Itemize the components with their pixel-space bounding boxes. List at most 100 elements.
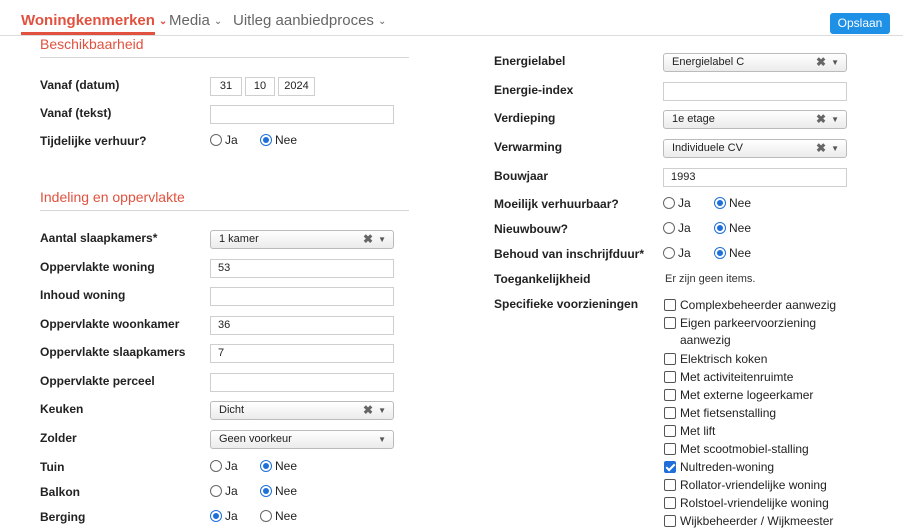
- radio-circle: [210, 460, 222, 472]
- nieuwbouw-nee-radio[interactable]: Nee: [714, 221, 751, 235]
- chevron-down-icon: ⌄: [377, 16, 387, 27]
- tab-uitleg-aanbiedproces[interactable]: Uitleg aanbiedproces ⌄: [233, 12, 386, 29]
- checkbox-fietsenstalling[interactable]: Met fietsenstalling: [664, 405, 776, 422]
- vanaf-tekst-input[interactable]: [210, 105, 394, 124]
- date-month-input[interactable]: 10: [245, 77, 275, 96]
- label-oppervlakte-woning: Oppervlakte woning: [40, 260, 155, 274]
- active-tab-indicator: [21, 32, 155, 35]
- clear-x-icon[interactable]: ✖: [816, 140, 826, 157]
- label-verdieping: Verdieping: [494, 111, 556, 125]
- checkbox-eigen-parkeervoorziening[interactable]: Eigen parkeervoorziening aanwezig: [664, 315, 834, 349]
- oppervlakte-perceel-input[interactable]: [210, 373, 394, 392]
- checkbox-box: [664, 389, 676, 401]
- checkbox-nultreden-woning[interactable]: Nultreden-woning: [664, 459, 774, 476]
- tab-media[interactable]: Media ⌄: [169, 12, 222, 29]
- tab-label: Uitleg aanbiedproces: [233, 12, 374, 29]
- label-toegankelijkheid: Toegankelijkheid: [494, 272, 591, 286]
- clear-x-icon[interactable]: ✖: [363, 402, 373, 419]
- radio-circle-selected: [260, 460, 272, 472]
- energielabel-select[interactable]: Energielabel C ✖ ▼: [663, 53, 847, 72]
- select-value: Individuele CV: [672, 142, 743, 154]
- checkbox-label: Nultreden-woning: [680, 460, 775, 474]
- nieuwbouw-ja-radio[interactable]: Ja: [663, 221, 691, 235]
- checkbox-label: Rollator-vriendelijke woning: [680, 478, 827, 492]
- tab-woningkenmerken[interactable]: Woningkenmerken ⌄: [21, 12, 167, 29]
- checkbox-box: [664, 443, 676, 455]
- balkon-ja-radio[interactable]: Ja: [210, 484, 238, 498]
- checkbox-lift[interactable]: Met lift: [664, 423, 715, 440]
- select-value: Geen voorkeur: [219, 433, 292, 445]
- checkbox-box: [664, 317, 676, 329]
- dropdown-arrow-icon: ▼: [378, 406, 386, 415]
- balkon-nee-radio[interactable]: Nee: [260, 484, 297, 498]
- verdieping-select[interactable]: 1e etage ✖ ▼: [663, 110, 847, 129]
- checkbox-externe-logeerkamer[interactable]: Met externe logeerkamer: [664, 387, 813, 404]
- energie-index-input[interactable]: [663, 82, 847, 101]
- radio-label: Nee: [275, 133, 298, 147]
- behoud-inschrijfduur-ja-radio[interactable]: Ja: [663, 246, 691, 260]
- checkbox-rollator-vriendelijk[interactable]: Rollator-vriendelijke woning: [664, 477, 827, 494]
- label-oppervlakte-slaapkamers: Oppervlakte slaapkamers: [40, 345, 186, 359]
- tijdelijke-verhuur-nee-radio[interactable]: Nee: [260, 133, 297, 147]
- moeilijk-verhuurbaar-ja-radio[interactable]: Ja: [663, 196, 691, 210]
- label-vanaf-datum: Vanaf (datum): [40, 78, 120, 92]
- radio-label: Ja: [225, 133, 238, 147]
- clear-x-icon[interactable]: ✖: [816, 111, 826, 128]
- tijdelijke-verhuur-ja-radio[interactable]: Ja: [210, 133, 238, 147]
- radio-circle-selected: [714, 247, 726, 259]
- label-balkon: Balkon: [40, 485, 81, 499]
- checkbox-label: Elektrisch koken: [680, 352, 768, 366]
- keuken-select[interactable]: Dicht ✖ ▼: [210, 401, 394, 420]
- chevron-down-icon: ⌄: [158, 16, 168, 27]
- toegankelijkheid-empty-text: Er zijn geen items.: [665, 273, 756, 285]
- radio-circle: [663, 247, 675, 259]
- checkbox-box: [664, 425, 676, 437]
- dropdown-arrow-icon: ▼: [831, 144, 839, 153]
- date-day-input[interactable]: 31: [210, 77, 242, 96]
- checkbox-rolstoel-vriendelijk[interactable]: Rolstoel-vriendelijke woning: [664, 495, 829, 512]
- checkbox-complexbeheerder[interactable]: Complexbeheerder aanwezig: [664, 297, 836, 314]
- oppervlakte-slaapkamers-input[interactable]: 7: [210, 344, 394, 363]
- checkbox-elektrisch-koken[interactable]: Elektrisch koken: [664, 351, 767, 368]
- save-button[interactable]: Opslaan: [830, 13, 890, 34]
- checkbox-label: Met scootmobiel-stalling: [680, 442, 809, 456]
- select-value: Dicht: [219, 404, 245, 416]
- oppervlakte-woning-input[interactable]: 53: [210, 259, 394, 278]
- radio-label: Ja: [678, 246, 691, 260]
- inhoud-woning-input[interactable]: [210, 287, 394, 306]
- zolder-select[interactable]: Geen voorkeur ▼: [210, 430, 394, 449]
- radio-circle: [210, 134, 222, 146]
- checkbox-box: [664, 371, 676, 383]
- checkbox-wijkbeheerder[interactable]: Wijkbeheerder / Wijkmeester: [664, 513, 833, 530]
- bouwjaar-input[interactable]: 1993: [663, 168, 847, 187]
- moeilijk-verhuurbaar-nee-radio[interactable]: Nee: [714, 196, 751, 210]
- label-oppervlakte-perceel: Oppervlakte perceel: [40, 374, 155, 388]
- select-value: 1e etage: [672, 113, 715, 125]
- checkbox-box: [664, 515, 676, 527]
- tuin-ja-radio[interactable]: Ja: [210, 459, 238, 473]
- verwarming-select[interactable]: Individuele CV ✖ ▼: [663, 139, 847, 158]
- dropdown-arrow-icon: ▼: [378, 435, 386, 444]
- aantal-slaapkamers-select[interactable]: 1 kamer ✖ ▼: [210, 230, 394, 249]
- berging-nee-radio[interactable]: Nee: [260, 509, 297, 523]
- clear-x-icon[interactable]: ✖: [363, 231, 373, 248]
- tuin-nee-radio[interactable]: Nee: [260, 459, 297, 473]
- radio-label: Ja: [678, 221, 691, 235]
- oppervlakte-woonkamer-input[interactable]: 36: [210, 316, 394, 335]
- tab-label: Media: [169, 12, 210, 29]
- label-vanaf-tekst: Vanaf (tekst): [40, 106, 112, 120]
- behoud-inschrijfduur-nee-radio[interactable]: Nee: [714, 246, 751, 260]
- berging-ja-radio[interactable]: Ja: [210, 509, 238, 523]
- checkbox-box: [664, 407, 676, 419]
- label-nieuwbouw: Nieuwbouw?: [494, 222, 568, 236]
- checkbox-scootmobiel-stalling[interactable]: Met scootmobiel-stalling: [664, 441, 809, 458]
- radio-circle-selected: [714, 197, 726, 209]
- checkbox-activiteitenruimte[interactable]: Met activiteitenruimte: [664, 369, 793, 386]
- clear-x-icon[interactable]: ✖: [816, 54, 826, 71]
- label-verwarming: Verwarming: [494, 140, 563, 154]
- label-tuin: Tuin: [40, 460, 65, 474]
- radio-circle-selected: [260, 134, 272, 146]
- date-year-input[interactable]: 2024: [278, 77, 315, 96]
- radio-circle-selected: [210, 510, 222, 522]
- label-moeilijk-verhuurbaar: Moeilijk verhuurbaar?: [494, 197, 619, 211]
